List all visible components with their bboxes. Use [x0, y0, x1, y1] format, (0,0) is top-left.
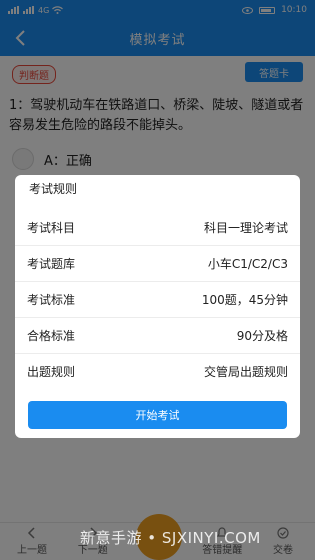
rule-row: 合格标准 90分及格 — [15, 317, 300, 353]
dialog-title: 考试规则 — [29, 182, 78, 196]
rule-label: 合格标准 — [27, 329, 76, 343]
rule-label: 考试科目 — [27, 220, 76, 235]
rule-row: 考试标准 100题，45分钟 — [15, 281, 300, 317]
rule-label: 考试题库 — [27, 257, 76, 271]
rule-value: 交管局出题规则 — [203, 365, 288, 379]
rule-value: 90分及格 — [236, 329, 288, 343]
rule-label: 出题规则 — [27, 365, 76, 379]
rule-row: 出题规则 交管局出题规则 — [15, 353, 300, 389]
rule-row: 考试科目 科目一理论考试 — [15, 209, 300, 245]
rules-list: 考试科目 科目一理论考试 考试题库 小车C1/C2/C3 考试标准 100题，4… — [15, 209, 300, 389]
rule-value: 小车C1/C2/C3 — [207, 257, 288, 271]
rule-value: 100题，45分钟 — [201, 293, 288, 307]
rule-value: 科目一理论考试 — [203, 220, 288, 235]
rule-label: 考试标准 — [27, 293, 76, 307]
rule-row: 考试题库 小车C1/C2/C3 — [15, 245, 300, 281]
exam-rules-dialog: 考试规则 考试科目 科目一理论考试 考试题库 小车C1/C2/C3 考试标准 1… — [15, 175, 300, 438]
watermark-text: 新意手游 • SJXINYI.COM — [80, 529, 261, 547]
start-exam-button[interactable]: 开始考试 — [28, 401, 287, 429]
